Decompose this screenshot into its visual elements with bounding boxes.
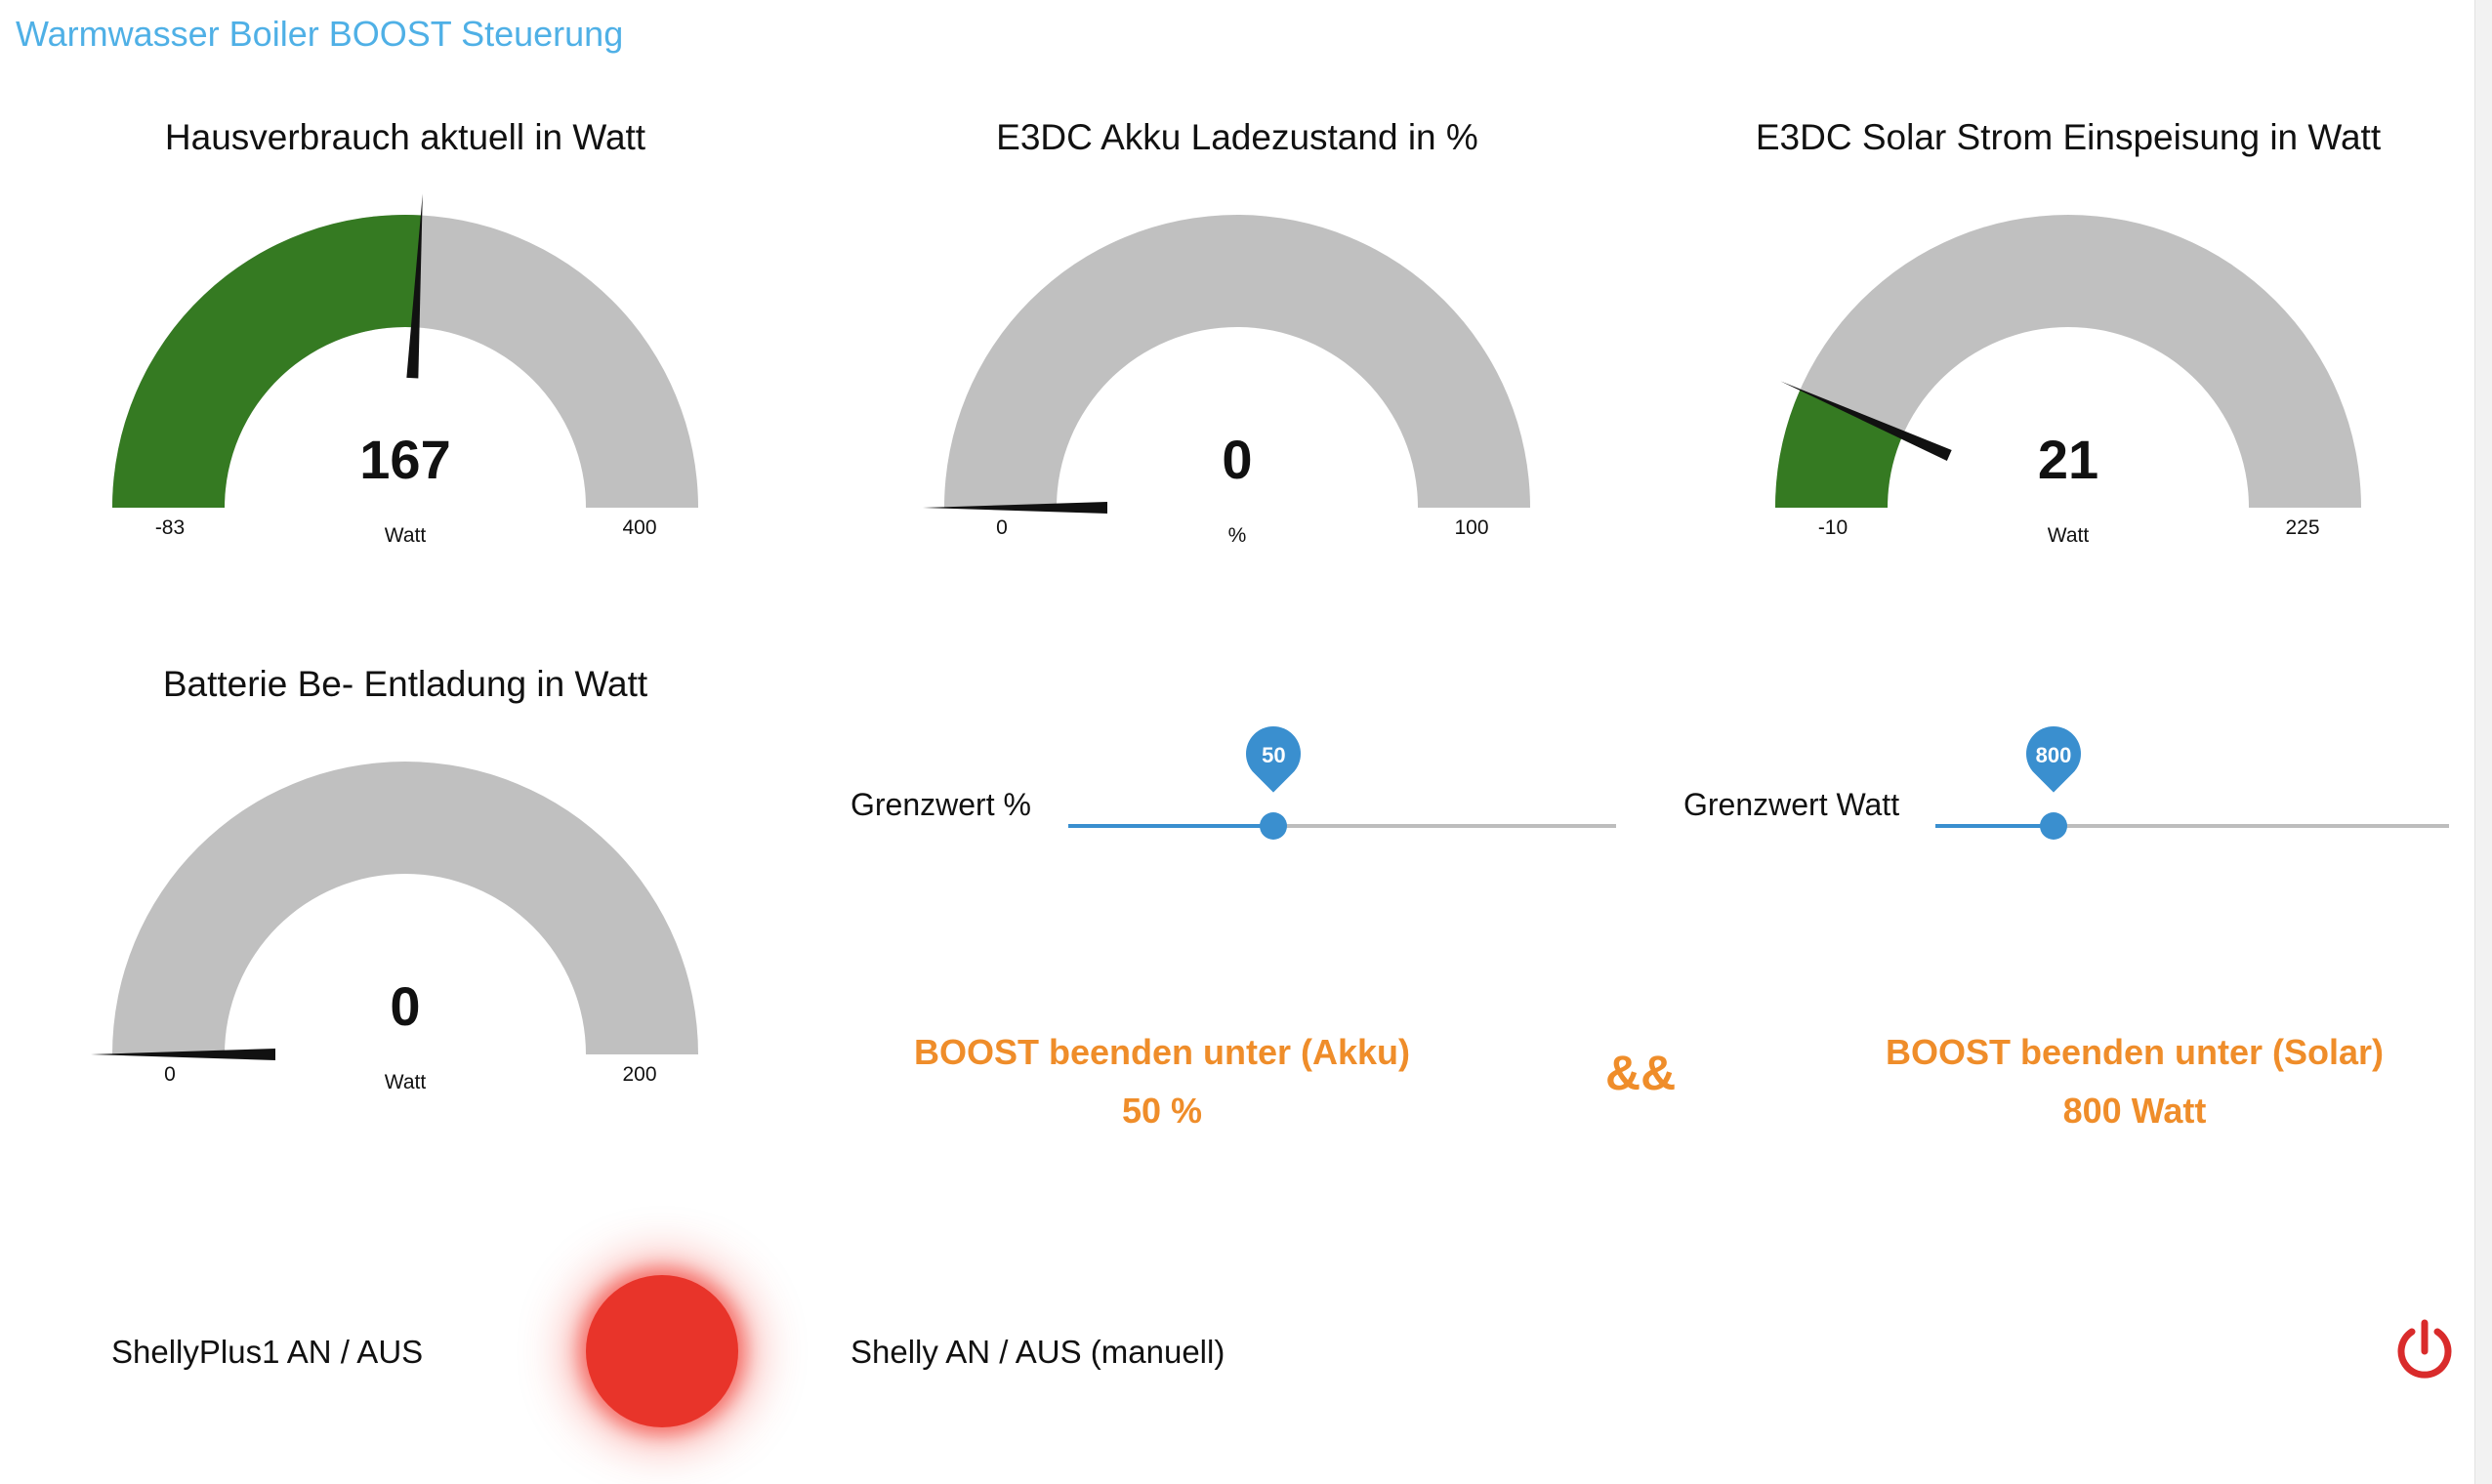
- gauge-max-label: 400: [622, 516, 656, 539]
- boost-solar-title: BOOST beenden unter (Solar): [1885, 1032, 2385, 1072]
- boost-akku-title: BOOST beenden unter (Akku): [913, 1032, 1411, 1072]
- gauge-title-akku: E3DC Akku Ladezustand in %: [996, 117, 1478, 157]
- boost-akku-value: 50 %: [1121, 1091, 1203, 1131]
- gauge-value: 0: [1222, 429, 1252, 490]
- gauge-unit: Watt: [2048, 524, 2090, 547]
- gauge-max-label: 200: [622, 1063, 656, 1086]
- gauge-min-label: -10: [1818, 516, 1848, 539]
- gauge-min-label: 0: [996, 516, 1008, 539]
- slider-thumb[interactable]: [1260, 812, 1288, 840]
- gauge-value: 21: [2038, 429, 2098, 490]
- slider-thumb[interactable]: [2039, 812, 2067, 840]
- gauge-title-hausverbrauch: Hausverbrauch aktuell in Watt: [164, 117, 646, 157]
- slider-value-label: 800: [2035, 743, 2072, 767]
- gauge-batterie: 0 Watt 0 200: [91, 762, 698, 1093]
- slider-grenzwert-percent[interactable]: 50: [1068, 715, 1616, 855]
- boost-akku-block: BOOST beenden unter (Akku) 50 %: [840, 1023, 1484, 1140]
- gauge-unit: Watt: [385, 524, 427, 547]
- slider-label-watt: Grenzwert Watt: [1683, 787, 1900, 822]
- shelly-status-led: [586, 1275, 738, 1427]
- gauge-min-label: 0: [164, 1063, 176, 1086]
- app-title: Warmwasser Boiler BOOST Steuerung: [16, 14, 624, 54]
- slider-grenzwert-watt[interactable]: 800: [1935, 715, 2449, 855]
- power-button[interactable]: [2392, 1318, 2457, 1382]
- gauge-max-label: 100: [1454, 516, 1488, 539]
- gauge-title-solar: E3DC Solar Strom Einspeisung in Watt: [1755, 117, 2382, 157]
- gauge-value: 167: [359, 429, 450, 490]
- gauge-unit: Watt: [385, 1071, 427, 1093]
- and-operator: &&: [1605, 1046, 1677, 1100]
- manual-switch-label: Shelly AN / AUS (manuell): [851, 1334, 1225, 1370]
- boost-solar-block: BOOST beenden unter (Solar) 800 Watt: [1812, 1023, 2457, 1140]
- slider-value-label: 50: [1262, 743, 1286, 767]
- boost-solar-value: 800 Watt: [2062, 1091, 2207, 1131]
- gauge-min-label: -83: [155, 516, 185, 539]
- slider-label-percent: Grenzwert %: [851, 787, 1031, 822]
- slider-fill: [1935, 824, 2054, 828]
- gauge-hausverbrauch: 167 Watt -83 400: [112, 193, 698, 547]
- gauge-value: 0: [390, 975, 420, 1037]
- gauge-max-label: 225: [2285, 516, 2319, 539]
- gauge-unit: %: [1228, 524, 1247, 547]
- power-icon: [2397, 1319, 2452, 1379]
- slider-fill: [1068, 824, 1274, 828]
- gauge-title-batterie: Batterie Be- Entladung in Watt: [162, 664, 648, 704]
- vertical-scrollbar[interactable]: [2474, 0, 2492, 1484]
- gauge-solar: 21 Watt -10 225: [1775, 215, 2361, 547]
- shelly-status-label: ShellyPlus1 AN / AUS: [111, 1334, 424, 1370]
- gauge-akku: 0 % 0 100: [923, 215, 1530, 547]
